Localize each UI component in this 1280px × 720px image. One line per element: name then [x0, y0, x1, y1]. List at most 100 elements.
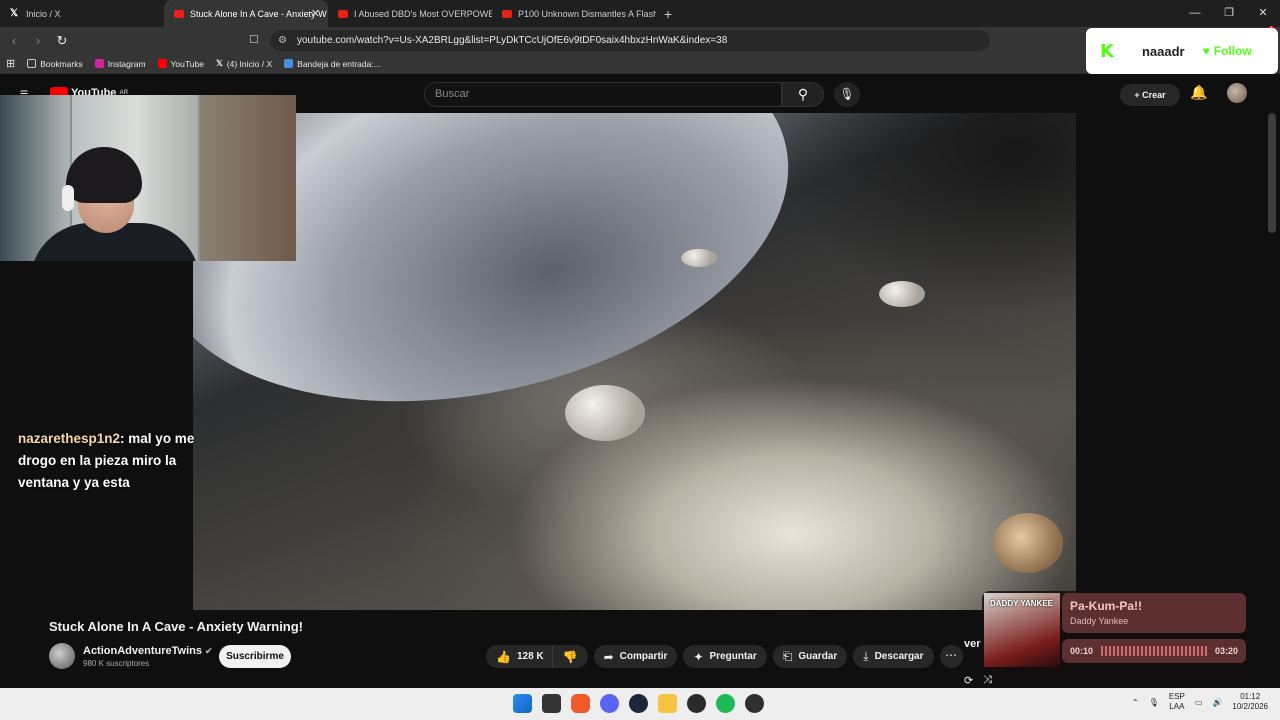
duration-time: 03:20 [1214, 646, 1238, 656]
video-player[interactable] [193, 113, 1076, 610]
search-input[interactable]: Buscar [424, 82, 782, 107]
youtube-icon [157, 59, 167, 68]
bookmark-mail[interactable]: Bandeja de entrada:... [278, 59, 387, 69]
address-bar[interactable]: ⚙ youtube.com/watch?v=Us-XA2BRLgg&list=P… [270, 30, 990, 51]
microphone-tray-icon[interactable]: 🎙 [1149, 698, 1159, 707]
bookmark-label: Bandeja de entrada:... [297, 58, 381, 69]
shuffle-icon[interactable]: ⤨ [983, 674, 992, 687]
more-actions-button[interactable]: ⋯ [939, 645, 963, 668]
xbox-icon[interactable] [687, 694, 706, 713]
new-tab-button[interactable]: + [656, 6, 680, 22]
chevron-up-icon[interactable]: ⌃ [1132, 698, 1139, 707]
kick-overlay: K naaadr ♥ Follow [1086, 28, 1278, 74]
bookmark-page-icon[interactable]: ☐ [249, 33, 259, 46]
video-title: Stuck Alone In A Cave - Anxiety Warning! [49, 619, 304, 634]
album-cover: DADDY YANKEE [984, 593, 1060, 667]
share-button[interactable]: ➦ Compartir [593, 645, 678, 668]
bookmark-x[interactable]: 𝕏 (4) Inicio / X [210, 58, 278, 69]
bookmark-label: Bookmarks [40, 58, 83, 69]
brave-browser-icon[interactable] [571, 694, 590, 713]
bookmark-label: YouTube [170, 58, 204, 69]
notifications-bell-icon[interactable]: 🔔 [1190, 84, 1207, 101]
page-scrollbar[interactable] [1268, 113, 1276, 233]
now-playing-widget: DADDY YANKEE Pa-Kum-Pa!! Daddy Yankee 00… [982, 591, 1247, 677]
site-settings-icon[interactable]: ⚙ [278, 35, 287, 46]
bookmark-bookmarks[interactable]: Bookmarks [21, 59, 89, 69]
tab-inicio-x[interactable]: 𝕏 Inicio / X [0, 0, 164, 27]
elapsed-time: 00:10 [1070, 646, 1094, 656]
spotify-icon[interactable] [716, 694, 735, 713]
video-frame-rock [993, 513, 1063, 573]
sparkle-icon: ✦ [693, 649, 704, 664]
video-actions: 👍 128 K 👎 ➦ Compartir ✦ Preguntar ⎗ Guardar … [486, 645, 963, 668]
bookmark-label: (4) Inicio / X [226, 58, 273, 69]
video-frame-rock [681, 249, 717, 267]
channel-name[interactable]: ActionAdventureTwins ✔ [83, 645, 213, 657]
bookmark-icon: ⎗ [782, 649, 793, 663]
create-button[interactable]: + Crear [1120, 84, 1180, 106]
discord-icon[interactable] [600, 694, 619, 713]
clock-date: 10/2/2026 [1232, 702, 1268, 711]
taskbar-apps [513, 694, 764, 713]
sidebar-partial-text: ver [964, 638, 981, 650]
close-tab-icon[interactable]: ✕ [311, 7, 320, 20]
like-button[interactable]: 👍 128 K [486, 645, 552, 668]
restore-icon[interactable]: ❐ [1212, 0, 1246, 27]
clock[interactable]: 01:12 10/2/2026 [1232, 692, 1268, 712]
file-explorer-icon[interactable] [658, 694, 677, 713]
playback-bar: 00:10 03:20 [1062, 639, 1246, 663]
create-label: Crear [1142, 90, 1166, 100]
minimize-icon[interactable]: — [1178, 0, 1212, 27]
youtube-icon [502, 9, 512, 18]
mail-icon [284, 59, 294, 68]
x-logo-icon: 𝕏 [215, 58, 223, 68]
language-layout: LAA [1169, 702, 1185, 711]
kick-follow-label: Follow [1213, 44, 1252, 58]
avatar[interactable] [1227, 83, 1247, 103]
voice-search-button[interactable]: 🎙 [834, 82, 860, 107]
kick-logo-icon: K [1100, 40, 1114, 62]
forward-icon[interactable]: › [28, 33, 48, 48]
youtube-icon [338, 9, 348, 18]
search-button[interactable]: ⚲ [782, 82, 824, 107]
channel-avatar[interactable] [49, 643, 75, 669]
windows-start-icon[interactable] [513, 694, 532, 713]
thumbs-up-icon: 👍 [496, 649, 511, 664]
task-view-icon[interactable] [542, 694, 561, 713]
volume-icon[interactable]: 🔊 [1212, 698, 1222, 707]
bookmark-instagram[interactable]: Instagram [89, 59, 152, 69]
url-text: youtube.com/watch?v=Us-XA2BRLgg&list=PLy… [296, 35, 728, 46]
ask-button[interactable]: ✦ Preguntar [683, 645, 767, 668]
download-label: Descargar [874, 651, 924, 662]
song-artist: Daddy Yankee [1070, 616, 1129, 626]
network-icon[interactable]: ▭ [1195, 698, 1203, 707]
now-playing-info: Pa-Kum-Pa!! Daddy Yankee [1062, 593, 1246, 633]
waveform-progress[interactable] [1101, 646, 1207, 656]
kick-follow-button[interactable]: ♥ Follow [1203, 44, 1252, 58]
back-icon[interactable]: ‹ [4, 33, 24, 48]
more-dots-icon: ⋯ [945, 648, 957, 662]
microphone-icon: 🎙 [839, 87, 855, 101]
subscribe-button[interactable]: Suscribirme [219, 645, 291, 668]
reload-icon[interactable]: ↻ [52, 33, 72, 49]
verified-check-icon: ✔ [205, 645, 213, 656]
close-window-icon[interactable]: ✕ [1246, 0, 1280, 27]
save-button[interactable]: ⎗ Guardar [772, 645, 848, 668]
sidebar-playlist-controls: ⟳ ⤨ [964, 674, 992, 687]
steam-icon[interactable] [629, 694, 648, 713]
bookmark-youtube[interactable]: YouTube [152, 59, 210, 69]
download-button[interactable]: ⤓ Descargar [853, 645, 934, 668]
loop-icon[interactable]: ⟳ [964, 674, 973, 687]
tab-dbd[interactable]: I Abused DBD's Most OVERPOWERED [328, 0, 492, 27]
language-indicator[interactable]: ESP LAA [1169, 692, 1185, 712]
apps-grid-icon[interactable]: ⊞ [0, 57, 21, 70]
dislike-button[interactable]: 👎 [551, 645, 588, 668]
kick-channel-name: naaadr [1141, 43, 1185, 59]
tab-stuck-alone[interactable]: Stuck Alone In A Cave - Anxiety W ✕ [164, 0, 328, 27]
obs-icon[interactable] [745, 694, 764, 713]
video-frame-rock [879, 281, 925, 307]
bookmark-folder-icon [27, 59, 37, 68]
language-code: ESP [1168, 692, 1185, 701]
tab-p100[interactable]: P100 Unknown Dismantles A Flashlig [492, 0, 656, 27]
like-count: 128 K [516, 651, 544, 662]
